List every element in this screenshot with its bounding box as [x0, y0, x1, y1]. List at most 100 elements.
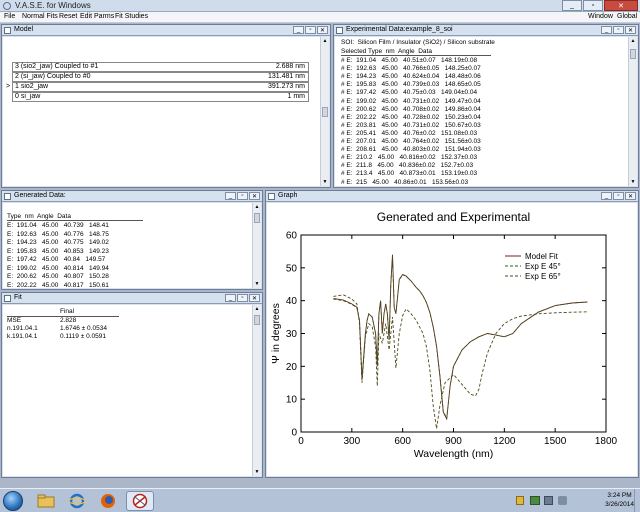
fit-window: Fit _ ▫ ✕ Final MSE 2.828 n.191.04.1 1.674… — [1, 292, 263, 478]
vertical-scrollbar[interactable]: ▲ ▼ — [628, 37, 637, 186]
close-button[interactable]: ✕ — [317, 26, 328, 34]
menu-file[interactable]: File — [4, 13, 15, 20]
data-row[interactable]: E: 191.04 45.00 40.739 148.41 — [7, 222, 109, 230]
data-row[interactable]: # E: 211.8 45.00 40.836±0.02 152.7±0.03 — [341, 162, 473, 170]
file-explorer-icon[interactable] — [32, 491, 60, 511]
close-button[interactable]: ✕ — [625, 192, 636, 200]
scroll-thumb[interactable] — [254, 213, 260, 223]
scroll-thumb[interactable] — [322, 107, 328, 117]
menu-window[interactable]: Window — [588, 13, 613, 20]
show-desktop-button[interactable] — [634, 489, 640, 512]
data-row[interactable]: # E: 202.22 45.00 40.728±0.02 150.23±0.0… — [341, 114, 481, 122]
close-button[interactable]: ✕ — [625, 26, 636, 34]
menu-edit-parms[interactable]: Edit Parms — [80, 13, 114, 20]
minimize-button[interactable]: _ — [225, 294, 236, 302]
vase-taskbar-icon[interactable] — [126, 491, 154, 511]
selected-layer-marker: > — [6, 83, 11, 90]
minimize-button[interactable]: _ — [225, 192, 236, 200]
minimize-button[interactable]: _ — [562, 0, 582, 11]
generated-window-title: Generated Data: — [14, 192, 66, 199]
scroll-thumb[interactable] — [254, 315, 260, 325]
data-row[interactable]: E: 197.42 45.00 40.84 149.57 — [7, 256, 105, 264]
scroll-up-icon[interactable]: ▲ — [253, 203, 261, 211]
close-button[interactable]: ✕ — [249, 294, 260, 302]
scroll-down-icon[interactable]: ▼ — [321, 178, 329, 186]
fit-param-value: 2.828 — [60, 317, 77, 324]
data-row[interactable]: # E: 203.81 45.00 40.731±0.02 150.67±0.0… — [341, 122, 481, 130]
data-row[interactable]: E: 200.62 45.00 40.807 150.28 — [7, 273, 109, 281]
data-row[interactable]: # E: 197.42 45.00 40.75±0.03 149.04±0.04 — [341, 89, 477, 97]
action-center-icon[interactable] — [516, 496, 524, 505]
minimize-button[interactable]: _ — [601, 26, 612, 34]
data-row[interactable]: E: 195.83 45.00 40.853 149.23 — [7, 248, 109, 256]
model-window-caption: Model _ ▫ ✕ — [2, 25, 330, 36]
scroll-thumb[interactable] — [630, 49, 636, 59]
vertical-scrollbar[interactable]: ▲ ▼ — [320, 37, 329, 186]
display-icon[interactable] — [544, 496, 553, 505]
network-icon[interactable] — [530, 496, 540, 505]
data-row[interactable]: # E: 215 45.00 40.86±0.01 153.56±0.03 — [341, 179, 468, 187]
internet-explorer-icon[interactable] — [63, 491, 91, 511]
menu-bar: File Normal Fits Reset Edit Parms Fit St… — [0, 12, 640, 23]
firefox-icon[interactable] — [94, 491, 122, 511]
data-row[interactable]: # E: 208.61 45.00 40.803±0.02 151.94±0.0… — [341, 146, 481, 154]
layer-label: 1 sio2_jaw — [15, 83, 49, 90]
scroll-down-icon[interactable]: ▼ — [629, 178, 637, 186]
layer-row[interactable]: 2 (si_jaw) Coupled to #0 131.481 nm — [7, 72, 313, 82]
close-button[interactable]: ✕ — [249, 192, 260, 200]
data-row[interactable]: E: 199.02 45.00 40.814 149.94 — [7, 265, 109, 273]
data-row[interactable]: # E: 195.83 45.00 40.739±0.03 148.65±0.0… — [341, 81, 481, 89]
fit-column-header: Final — [60, 308, 75, 315]
vertical-scrollbar[interactable]: ▲ ▼ — [252, 203, 261, 288]
data-row[interactable]: # E: 213.4 45.00 40.873±0.01 153.19±0.03 — [341, 170, 477, 178]
generated-panel: Type nm Angle Data E: 191.04 45.00 40.73… — [3, 203, 261, 288]
menu-global[interactable]: Global — [617, 13, 637, 20]
scroll-up-icon[interactable]: ▲ — [629, 37, 637, 45]
window-icon — [4, 27, 11, 34]
maximize-button[interactable]: ▫ — [613, 26, 624, 34]
layer-row[interactable]: > 1 sio2_jaw 391.273 nm — [6, 82, 313, 92]
clock[interactable]: 3:24 PM 3/26/2014 — [605, 491, 634, 509]
scroll-up-icon[interactable]: ▲ — [321, 37, 329, 45]
data-row[interactable]: E: 202.22 45.00 40.817 150.61 — [7, 282, 109, 289]
scroll-up-icon[interactable]: ▲ — [253, 305, 261, 313]
data-row[interactable]: # E: 192.63 45.00 40.766±0.05 148.25±0.0… — [341, 65, 481, 73]
maximize-button[interactable]: ▫ — [583, 0, 603, 11]
data-row[interactable]: # E: 210.2 45.00 40.816±0.02 152.37±0.03 — [341, 154, 477, 162]
data-row[interactable]: # E: 205.41 45.00 40.76±0.02 151.08±0.03 — [341, 130, 477, 138]
close-button[interactable]: ✕ — [604, 0, 638, 11]
column-headers: Type nm Angle Data — [7, 213, 143, 221]
minimize-button[interactable]: _ — [293, 26, 304, 34]
menu-fit-studies[interactable]: Fit Studies — [115, 13, 148, 20]
scroll-down-icon[interactable]: ▼ — [253, 280, 261, 288]
maximize-button[interactable]: ▫ — [237, 192, 248, 200]
layer-row[interactable]: 0 si_jaw 1 mm — [7, 92, 313, 102]
x-tick-label: 300 — [343, 436, 360, 447]
data-row[interactable]: # E: 191.04 45.00 40.51±0.07 148.19±0.08 — [341, 57, 477, 65]
y-tick-label: 40 — [286, 296, 298, 307]
data-row[interactable]: E: 192.63 45.00 40.776 148.75 — [7, 231, 109, 239]
maximize-button[interactable]: ▫ — [613, 192, 624, 200]
volume-icon[interactable] — [558, 496, 567, 505]
data-row[interactable]: E: 194.23 45.00 40.775 149.02 — [7, 239, 109, 247]
x-tick-label: 900 — [445, 436, 462, 447]
maximize-button[interactable]: ▫ — [305, 26, 316, 34]
experimental-window-caption: Experimental Data:example_8_soi _ ▫ ✕ — [334, 25, 638, 36]
y-tick-label: 20 — [286, 362, 298, 373]
x-tick-label: 1800 — [595, 436, 618, 447]
start-button[interactable] — [3, 491, 23, 511]
menu-reset[interactable]: Reset — [59, 13, 77, 20]
chart-title: Generated and Experimental — [377, 210, 530, 224]
scroll-down-icon[interactable]: ▼ — [253, 468, 261, 476]
data-row[interactable]: # E: 207.01 45.00 40.764±0.02 151.56±0.0… — [341, 138, 481, 146]
data-row[interactable]: # E: 200.62 45.00 40.708±0.02 149.86±0.0… — [341, 106, 481, 114]
minimize-button[interactable]: _ — [601, 192, 612, 200]
data-row[interactable]: # E: 194.23 45.00 40.624±0.04 148.48±0.0… — [341, 73, 481, 81]
maximize-button[interactable]: ▫ — [237, 294, 248, 302]
model-window: Model _ ▫ ✕ 3 (sio2_jaw) Coupled to #1 2.6… — [1, 24, 331, 188]
x-tick-label: 0 — [298, 436, 304, 447]
vertical-scrollbar[interactable]: ▲ ▼ — [252, 305, 261, 476]
menu-normal-fits[interactable]: Normal Fits — [22, 13, 58, 20]
data-row[interactable]: # E: 199.02 45.00 40.731±0.02 149.47±0.0… — [341, 98, 481, 106]
layer-row[interactable]: 3 (sio2_jaw) Coupled to #1 2.688 nm — [7, 62, 313, 72]
